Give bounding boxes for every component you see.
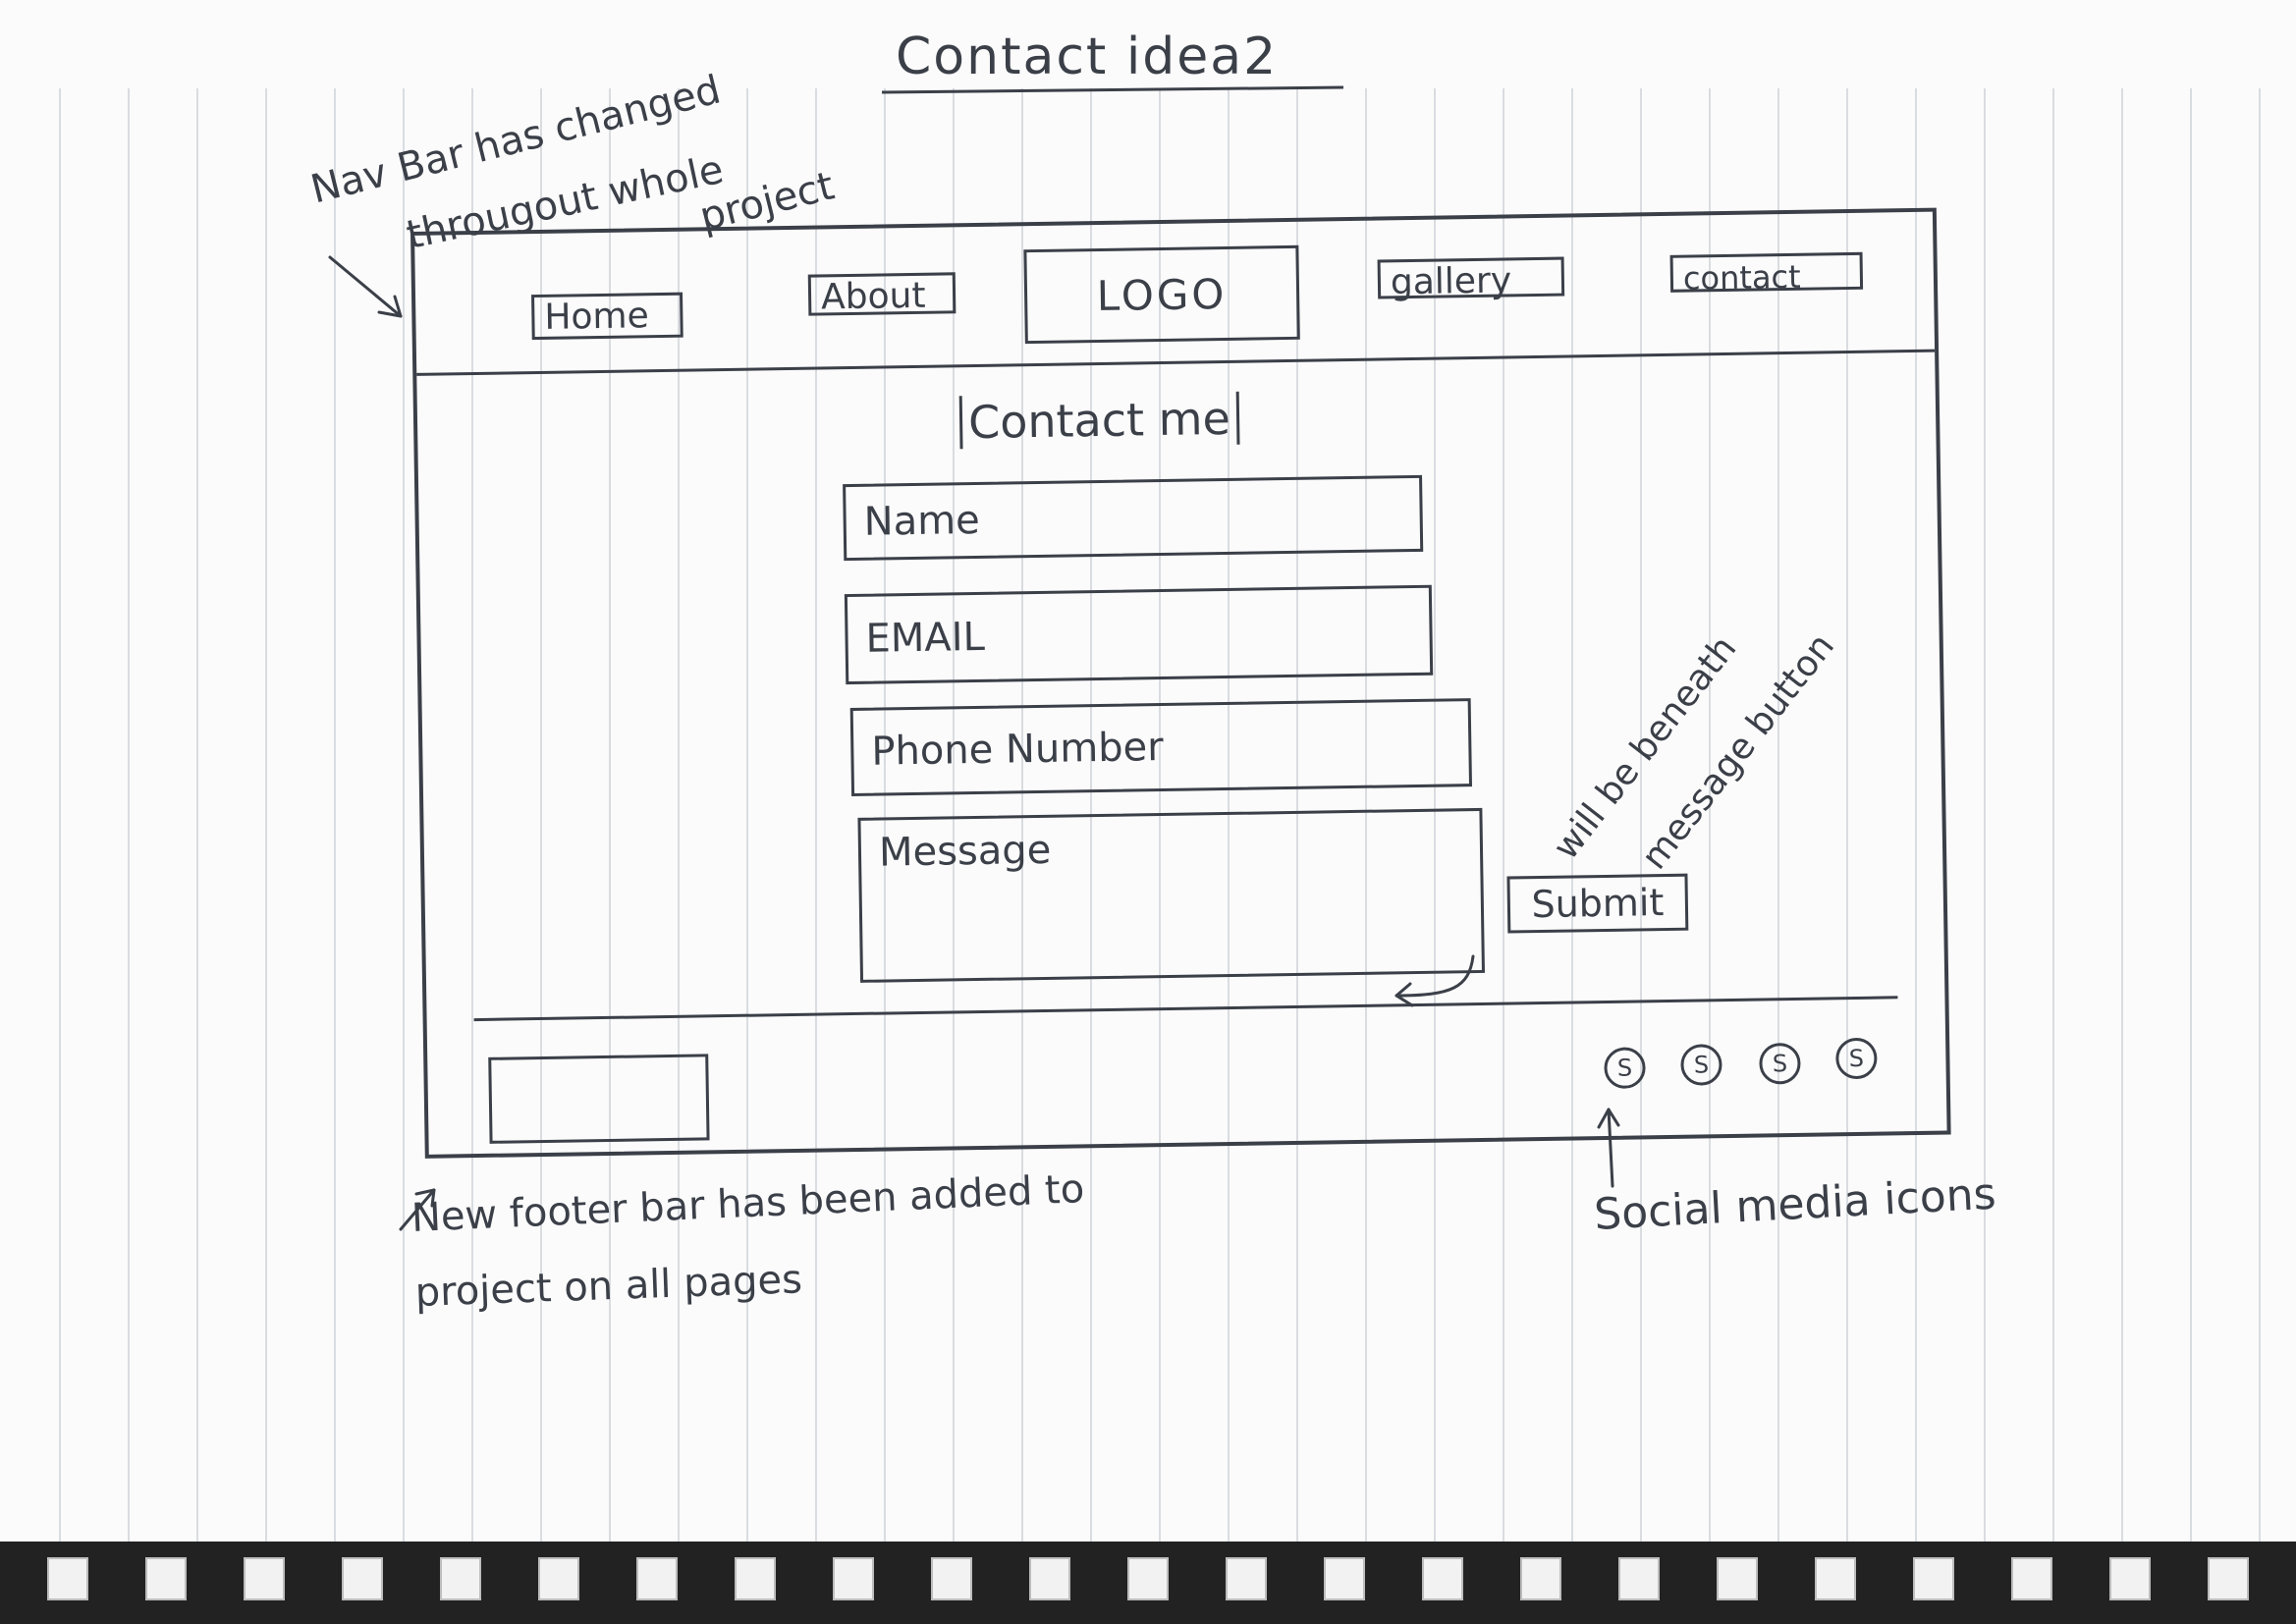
binding-hole [1717, 1557, 1758, 1600]
logo: LOGO [1023, 244, 1300, 345]
arrow-icon [328, 255, 403, 318]
binding-hole [47, 1557, 88, 1600]
footer-note-line-2: project on all pages [414, 1257, 803, 1316]
binding-hole [2208, 1557, 2249, 1600]
social-icons-note: Social media icons [1593, 1168, 1997, 1240]
binding-hole [1226, 1557, 1267, 1600]
nav-contact-link[interactable]: contact [1669, 251, 1864, 298]
nav-bar-divider [416, 349, 1936, 376]
binding-hole [1127, 1557, 1169, 1600]
binding-hole [145, 1557, 187, 1600]
footer-divider [473, 996, 1898, 1022]
binding-hole [2011, 1557, 2052, 1600]
nav-home-link[interactable]: Home [531, 292, 683, 341]
footer-note-line-1: New footer bar has been added to [410, 1166, 1086, 1241]
footer-box [488, 1054, 710, 1144]
email-field[interactable] [844, 584, 1434, 685]
name-field[interactable] [843, 474, 1424, 562]
social-media-icon-2[interactable]: S [1680, 1044, 1722, 1086]
binding-hole [1324, 1557, 1365, 1600]
binding-hole [1029, 1557, 1070, 1600]
binding-hole [440, 1557, 481, 1600]
title-underline [881, 85, 1344, 94]
social-media-icon-4[interactable]: S [1835, 1037, 1878, 1080]
binding-hole [1422, 1557, 1463, 1600]
social-media-icon-3[interactable]: S [1759, 1042, 1801, 1085]
notebook-sheet: Contact idea2 Nav Bar has changed throug… [0, 0, 2296, 1624]
contact-heading: Contact me [958, 391, 1240, 450]
binding-hole [342, 1557, 383, 1600]
submit-button[interactable]: Submit [1506, 873, 1689, 934]
binding-hole [735, 1557, 776, 1600]
message-field[interactable] [857, 807, 1485, 983]
binding-hole [1520, 1557, 1561, 1600]
binding-hole [833, 1557, 874, 1600]
binding-hole [1618, 1557, 1660, 1600]
binding-hole [2109, 1557, 2151, 1600]
binding-hole [244, 1557, 285, 1600]
binding-hole [636, 1557, 678, 1600]
binding-hole [1913, 1557, 1954, 1600]
social-media-icon-1[interactable]: S [1604, 1047, 1646, 1090]
binding-hole [538, 1557, 579, 1600]
binding-hole [931, 1557, 972, 1600]
phone-number-field[interactable] [849, 698, 1473, 797]
binding-hole [1815, 1557, 1856, 1600]
nav-about-link[interactable]: About [807, 272, 957, 317]
page-title: Contact idea2 [896, 27, 1279, 86]
nav-gallery-link[interactable]: gallery [1377, 256, 1565, 302]
